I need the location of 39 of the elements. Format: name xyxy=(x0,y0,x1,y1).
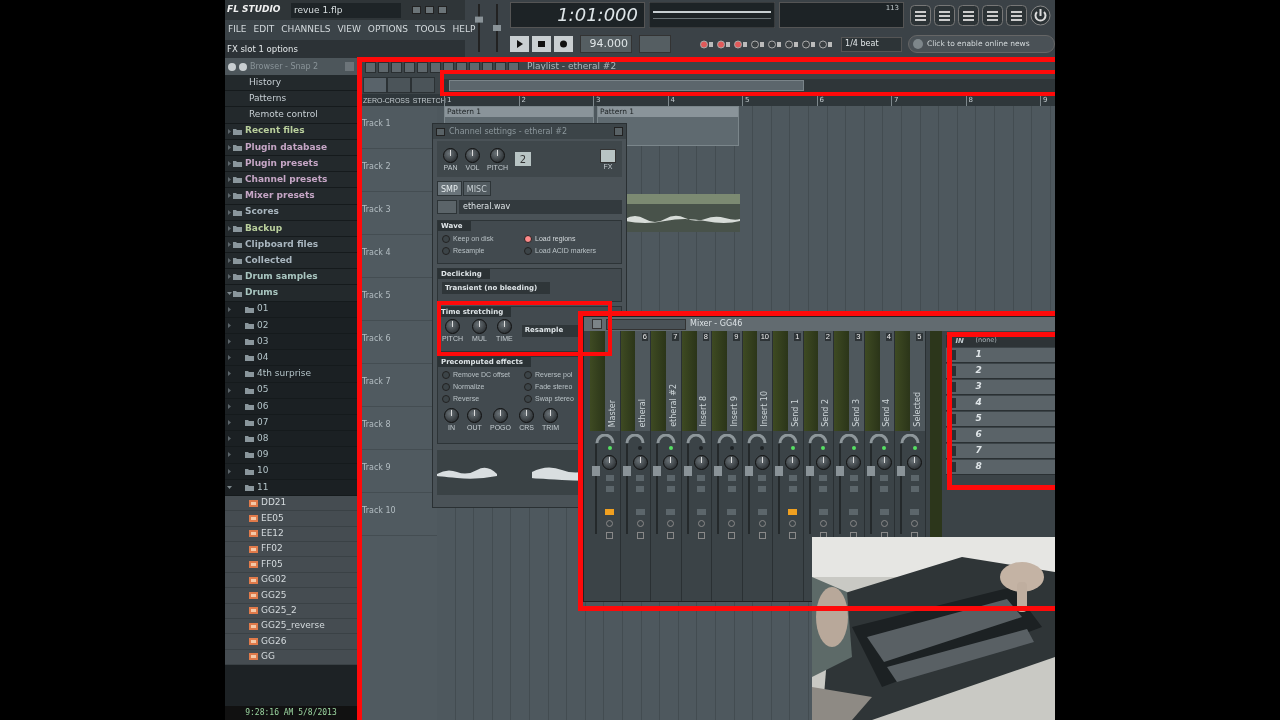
track-label: Track 1 xyxy=(362,119,391,128)
track-label: Track 6 xyxy=(362,334,391,343)
strip-name: Send 2 xyxy=(822,399,830,427)
tempo-value: 94.000 xyxy=(589,35,628,52)
slot-number: 3 xyxy=(975,380,982,394)
slot-number: 5 xyxy=(975,412,982,426)
track-label: Track 10 xyxy=(362,506,396,515)
strip-name: Selected xyxy=(913,392,922,427)
strip-name: Send 1 xyxy=(791,399,800,427)
window-title: Mixer - GG46 xyxy=(690,318,743,330)
browser-title: Browser - Snap 2 xyxy=(250,60,320,73)
app-logo: FL STUDIO xyxy=(227,3,282,17)
song-position: 1:01:000 xyxy=(557,6,638,24)
strip-name: etheral #2 xyxy=(669,384,678,427)
track-label: Track 7 xyxy=(362,377,391,386)
strip-name: Insert 8 xyxy=(700,396,708,427)
strip-name: Send 4 xyxy=(883,399,891,427)
track-label: Track 2 xyxy=(362,162,391,171)
track-label: Track 8 xyxy=(362,420,391,429)
track-label: Track 9 xyxy=(362,463,391,472)
slot-number: 6 xyxy=(975,428,982,442)
strip-name: Master xyxy=(608,399,617,427)
slot-number: 4 xyxy=(975,396,982,410)
strip-name: etheral xyxy=(639,398,647,427)
track-label: Track 3 xyxy=(362,205,391,214)
track-label: Track 5 xyxy=(362,291,391,300)
slot-number: 8 xyxy=(975,460,982,474)
strip-name: Send 3 xyxy=(852,399,861,427)
slot-number: 2 xyxy=(975,364,982,378)
strip-name: Insert 9 xyxy=(730,396,739,427)
window-title: Channel settings - etheral #2 xyxy=(449,125,569,138)
strip-name: Insert 10 xyxy=(761,391,769,427)
playlist-title: Playlist - etheral #2 xyxy=(527,60,617,74)
track-label: Track 4 xyxy=(362,248,391,257)
project-filename: revue 1.flp xyxy=(291,2,401,18)
hint-bar-text: FX slot 1 options xyxy=(227,42,298,56)
slot-number: 1 xyxy=(975,348,982,362)
clock-text: 9:28:16 AM 5/8/2013 xyxy=(245,707,337,719)
slot-number: 7 xyxy=(975,444,982,458)
